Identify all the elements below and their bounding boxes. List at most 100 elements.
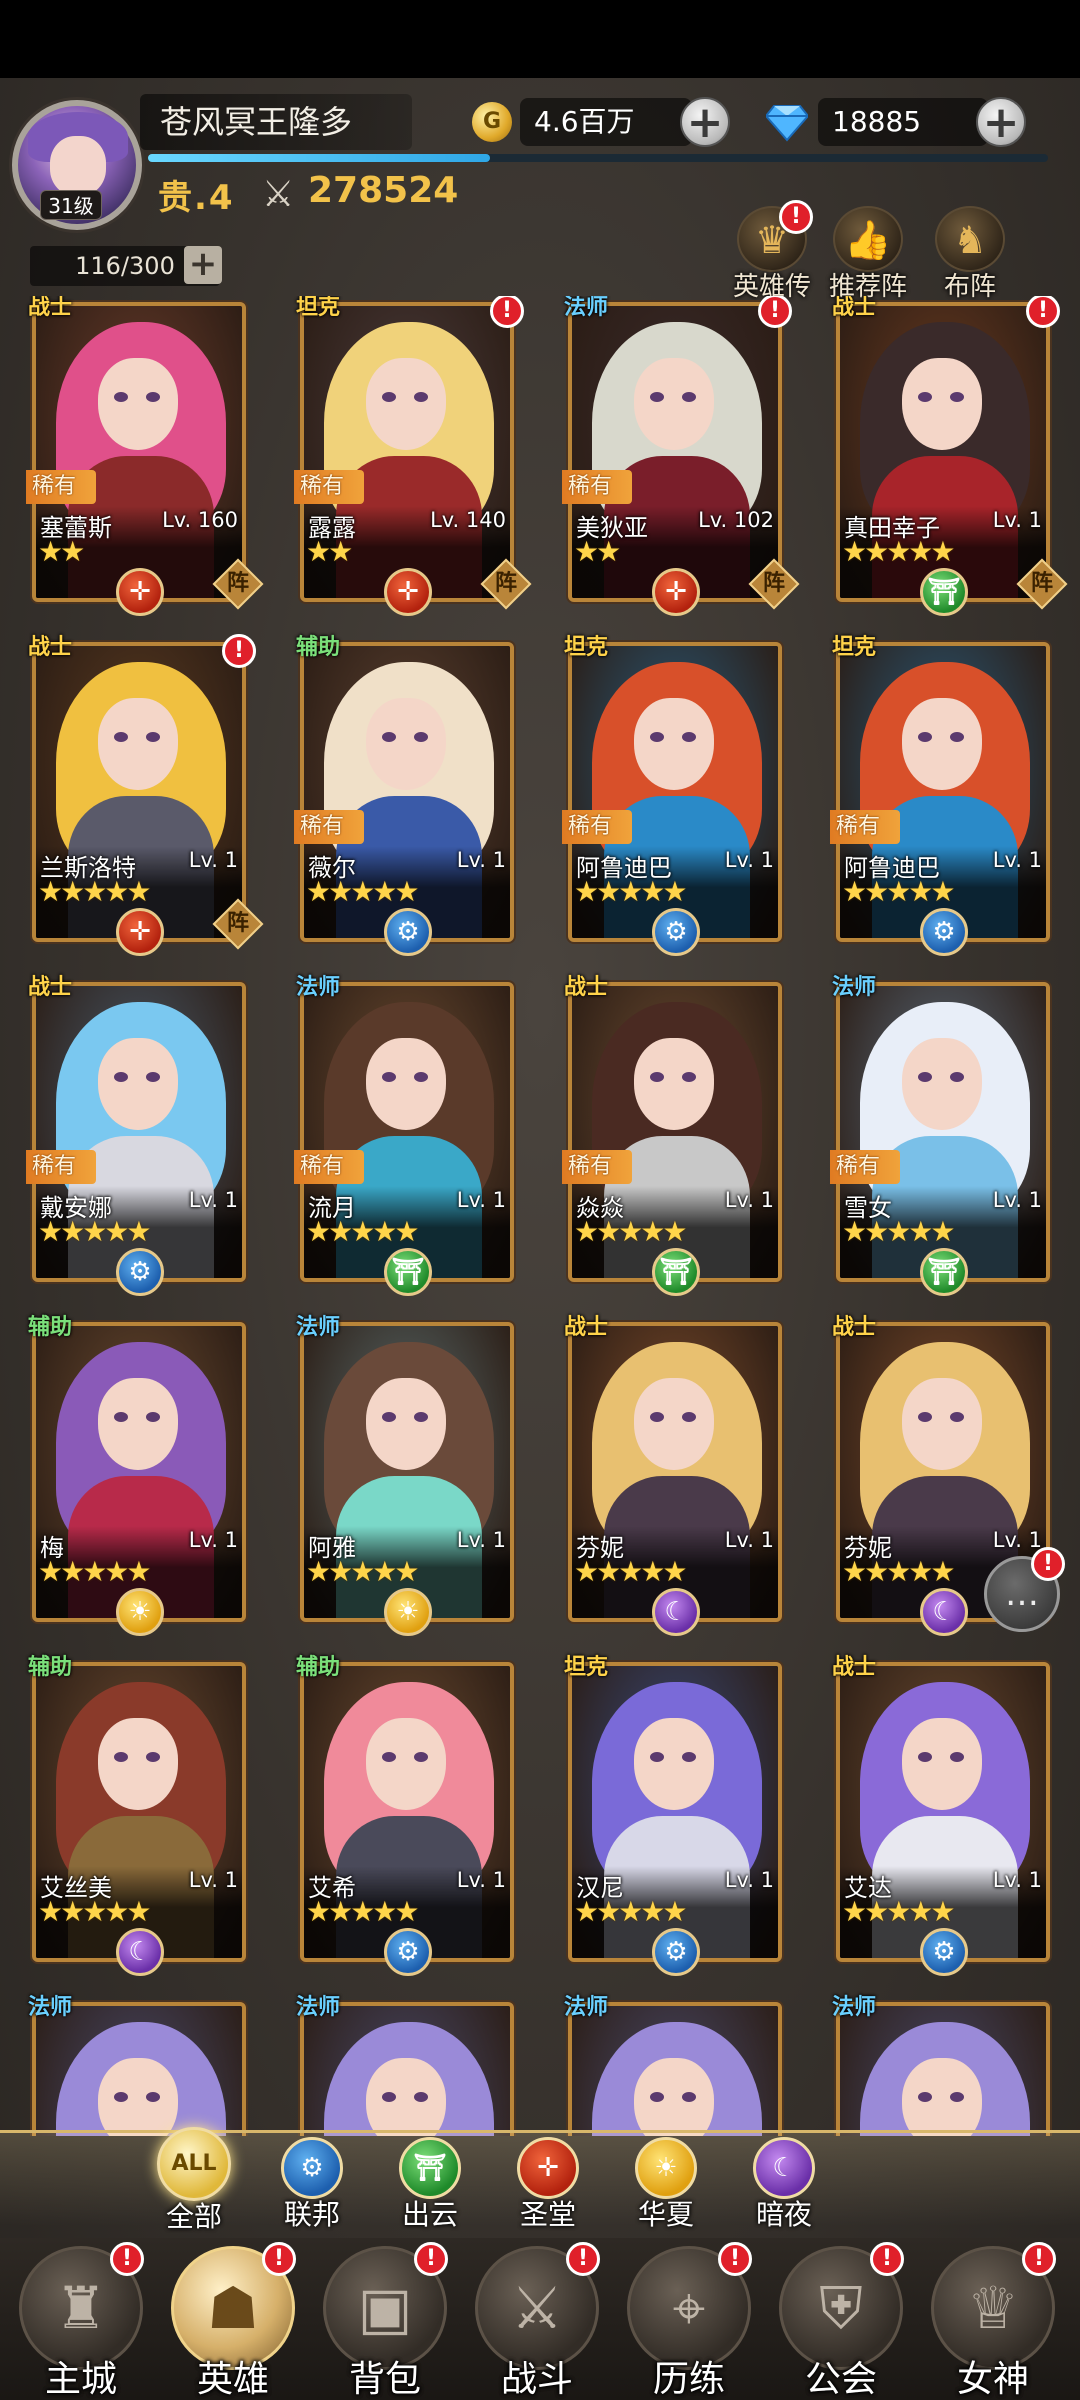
hero-card[interactable]: 辅助 稀有 薇尔 Lv. 1 ★★★★★ ⚙ xyxy=(294,636,514,956)
in-formation-label: 阵 xyxy=(762,570,786,596)
cloud-faction-icon: ⛩ xyxy=(652,1248,700,1296)
alert-badge: ! xyxy=(1026,296,1060,328)
star-rating: ★★★★★ xyxy=(574,875,688,908)
hero-card[interactable]: 战士 艾达 Lv. 1 ★★★★★ ⚙ xyxy=(832,1656,1050,1976)
portrait-eye xyxy=(114,392,128,402)
hero-role-tag: 战士 xyxy=(832,1654,877,1680)
star-rating: ★★★★★ xyxy=(38,1895,152,1928)
in-formation-label: 阵 xyxy=(1030,570,1054,596)
hero-card[interactable]: 战士 稀有 焱焱 Lv. 1 ★★★★★ ⛩ xyxy=(562,976,782,1296)
expand-capacity-button[interactable]: + xyxy=(184,246,222,284)
portrait-face xyxy=(634,698,714,790)
hero-card[interactable]: 战士 真田幸子 Lv. 1 ★★★★★ ⛩ 阵! xyxy=(832,296,1068,616)
add-gems-button[interactable]: + xyxy=(976,97,1026,147)
hero-card[interactable]: 坦克 稀有 阿鲁迪巴 Lv. 1 ★★★★★ ⚙ xyxy=(562,636,782,956)
star-rating: ★★★★★ xyxy=(842,535,956,568)
portrait-eye xyxy=(114,1752,128,1762)
hero-card[interactable]: 战士 芬妮 Lv. 1 ★★★★★ ☾ xyxy=(564,1316,782,1636)
hero-card[interactable]: 法师 稀有 流月 Lv. 1 ★★★★★ ⛩ xyxy=(294,976,514,1296)
hero-card[interactable]: 法师 xyxy=(832,1996,1050,2136)
portrait-eye xyxy=(918,2092,932,2102)
nav-item-2[interactable]: ▣ 背包! xyxy=(310,2238,460,2400)
portrait-eye xyxy=(146,392,160,402)
portrait-eye xyxy=(382,392,396,402)
hero-card-frame xyxy=(568,2002,782,2136)
nav-item-6[interactable]: ♕ 女神! xyxy=(918,2238,1068,2400)
hero-card[interactable]: 法师 稀有 雪女 Lv. 1 ★★★★★ ⛩ xyxy=(830,976,1050,1296)
nav-item-3[interactable]: ⚔ 战斗! xyxy=(462,2238,612,2400)
hero-role-tag: 法师 xyxy=(28,1994,73,2020)
sun-faction-icon: ☀ xyxy=(635,2137,697,2199)
hero-card[interactable]: 战士 稀有 塞蕾斯 Lv. 160 ★★ ✛ 阵 xyxy=(26,296,264,616)
add-gold-button[interactable]: + xyxy=(680,97,730,147)
hero-card[interactable]: 法师 稀有 美狄亚 Lv. 102 ★★ ✛ 阵! xyxy=(562,296,800,616)
top-action-1[interactable]: 👍 推荐阵 xyxy=(823,206,913,303)
portrait-face xyxy=(902,358,982,450)
rarity-ribbon: 稀有 xyxy=(562,470,632,504)
all-filter-icon: ALL xyxy=(157,2127,231,2201)
hero-role-tag: 法师 xyxy=(564,1994,609,2020)
filter-label: 出云 xyxy=(401,2198,458,2231)
hero-role-tag: 法师 xyxy=(296,974,341,1000)
in-formation-label: 阵 xyxy=(226,570,250,596)
chat-bubble-icon: … xyxy=(1005,1574,1039,1614)
portrait-eye xyxy=(950,732,964,742)
hero-card[interactable]: 战士 稀有 戴安娜 Lv. 1 ★★★★★ ⚙ xyxy=(26,976,246,1296)
chat-button[interactable]: … ! xyxy=(984,1547,1065,1632)
filter-huaxia[interactable]: ☀ 华夏 xyxy=(616,2137,716,2233)
filter-night[interactable]: ☾ 暗夜 xyxy=(734,2137,834,2233)
hero-level: Lv. 1 xyxy=(188,848,238,872)
hero-level: Lv. 1 xyxy=(724,1188,774,1212)
portrait-eye xyxy=(146,732,160,742)
nav-item-1[interactable]: ☗ 英雄! xyxy=(158,2238,308,2400)
hero-card[interactable]: 坦克 稀有 露露 Lv. 140 ★★ ✛ 阵! xyxy=(294,296,532,616)
hero-card[interactable]: 坦克 稀有 阿鲁迪巴 Lv. 1 ★★★★★ ⚙ xyxy=(830,636,1050,956)
hero-card[interactable]: 辅助梅 Lv. 1 ★★★★★ ☀ xyxy=(28,1316,246,1636)
hero-card[interactable]: 坦克 汉尼 Lv. 1 ★★★★★ ⚙ xyxy=(564,1656,782,1976)
star-rating: ★★★★★ xyxy=(38,1215,152,1248)
portrait-eye xyxy=(382,2092,396,2102)
hero-card[interactable]: 法师 xyxy=(296,1996,514,2136)
bottom-navigation: ♜ 主城! ☗ 英雄! ▣ 背包! ⚔ 战斗! ⌖ 历练! ⛨ 公会! ♕ 女神! xyxy=(0,2238,1080,2400)
filter-all[interactable]: ALL 全部 xyxy=(144,2127,244,2235)
hero-card[interactable]: 辅助 艾丝美 Lv. 1 ★★★★★ ☾ xyxy=(28,1656,246,1976)
portrait-face xyxy=(98,1718,178,1810)
hero-card[interactable]: 战士 兰斯洛特 Lv. 1 ★★★★★ ✛ 阵! xyxy=(28,634,264,956)
portrait-eye xyxy=(682,732,696,742)
vip-level[interactable]: 贵.4 xyxy=(158,170,235,219)
avatar-face xyxy=(50,136,106,196)
filter-cloud[interactable]: ⛩ 出云 xyxy=(380,2137,480,2233)
hero-card[interactable]: 辅助 艾希 Lv. 1 ★★★★★ ⚙ xyxy=(296,1656,514,1976)
portrait-face xyxy=(98,2058,178,2136)
portrait-eye xyxy=(414,392,428,402)
hero-card[interactable]: 法师 阿雅 Lv. 1 ★★★★★ ☀ xyxy=(296,1316,514,1636)
hero-card[interactable]: 法师 xyxy=(564,1996,782,2136)
faction-filter-bar: ALL 全部 ⚙ 联邦 ⛩ 出云 ✛ 圣堂 ☀ 华夏 ☾ 暗夜 xyxy=(0,2127,1080,2233)
top-action-0[interactable]: ♛ 英雄传! xyxy=(727,200,817,303)
nav-item-4[interactable]: ⌖ 历练! xyxy=(614,2238,764,2400)
nav-item-0[interactable]: ♜ 主城! xyxy=(6,2238,156,2400)
nav-item-5[interactable]: ⛨ 公会! xyxy=(766,2238,916,2400)
top-action-2[interactable]: ♞ 布阵 xyxy=(925,206,1015,303)
portrait-face xyxy=(634,1038,714,1130)
filter-label: 联邦 xyxy=(283,2198,340,2231)
portrait-eye xyxy=(918,392,932,402)
star-rating: ★★★★★ xyxy=(842,875,956,908)
filter-union[interactable]: ⚙ 联邦 xyxy=(262,2137,362,2233)
rarity-ribbon: 稀有 xyxy=(562,810,632,844)
star-rating: ★★★★★ xyxy=(574,1215,688,1248)
portrait-face xyxy=(902,2058,982,2136)
hero-card[interactable]: 法师 xyxy=(28,1996,246,2136)
portrait-eye xyxy=(682,1752,696,1762)
star-rating: ★★★★★ xyxy=(842,1555,956,1588)
filter-sacred[interactable]: ✛ 圣堂 xyxy=(498,2137,598,2233)
rarity-ribbon: 稀有 xyxy=(562,1150,632,1184)
sacred-faction-icon: ✛ xyxy=(652,568,700,616)
hero-role-tag: 法师 xyxy=(296,1314,341,1340)
hero-portrait xyxy=(304,2006,510,2136)
portrait-face xyxy=(366,698,446,790)
night-faction-icon: ☾ xyxy=(116,1928,164,1976)
hero-level: Lv. 1 xyxy=(456,1528,506,1552)
portrait-face xyxy=(98,1038,178,1130)
hero-level: Lv. 1 xyxy=(456,1188,506,1212)
